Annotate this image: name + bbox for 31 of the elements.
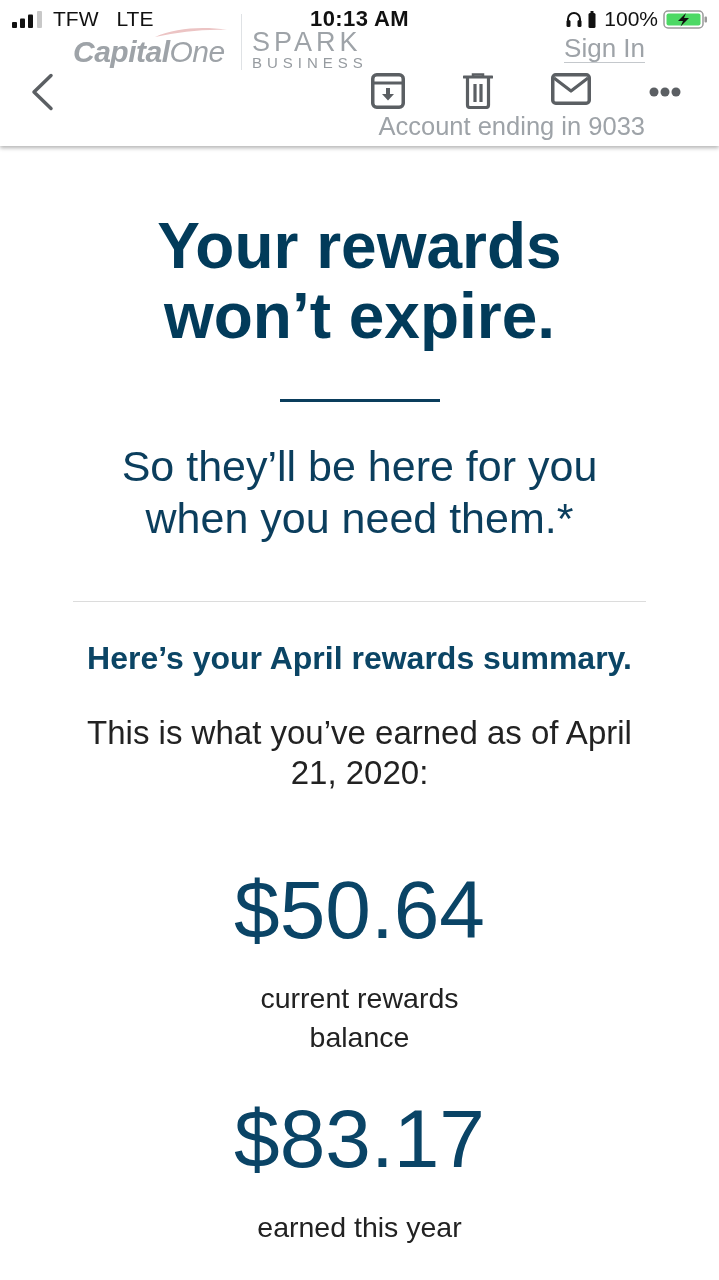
rewards-amount: $83.17 [233,1094,486,1184]
summary-text: This is what you’ve earned as of April 21, 2020: [86,713,633,793]
delete-button[interactable] [463,73,493,109]
email-subheadline: So they’ll be here for you when you need them.* [120,441,599,544]
back-icon [30,73,54,111]
headphones-icon [566,11,583,27]
rewards-amount: $50.64 [233,865,486,955]
charging-battery-icon [663,9,708,29]
rewards-label: earned this year [256,1210,463,1245]
mail-button[interactable] [551,73,591,105]
status-time: 10:13 AM [310,8,409,30]
sign-in-link[interactable]: Sign In [564,35,645,63]
product-name: SPARK [252,30,363,54]
rewards-label: current rewards balance [259,981,460,1055]
product-subtitle: BUSINESS [252,55,368,71]
battery-percent: 100% [604,8,658,30]
archive-button[interactable] [371,73,405,109]
trash-icon [463,73,493,109]
more-icon [649,87,681,97]
more-button[interactable] [649,87,681,97]
summary-title: Here’s your April rewards summary. [86,639,633,678]
envelope-icon [551,73,591,105]
network-type: LTE [116,8,154,30]
back-button[interactable] [30,73,54,111]
signal-icon [12,10,43,28]
logo-text: CapitalOne [73,38,226,66]
archive-box-icon [371,73,405,109]
email-headline: Your rewards won’t expire. [156,211,563,351]
carrier-name: TFW [53,8,99,30]
small-battery-icon [588,10,597,28]
account-text: Account ending in 9033 [378,112,645,140]
